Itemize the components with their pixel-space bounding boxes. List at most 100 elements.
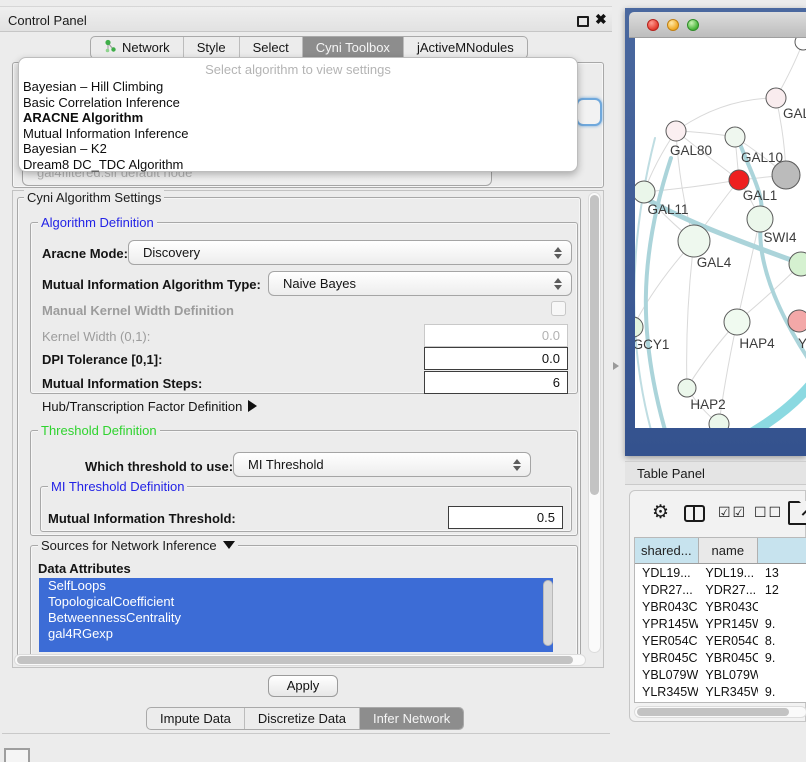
table-cell: 9.	[758, 701, 806, 702]
tab-infer-network[interactable]: Infer Network	[360, 708, 463, 729]
cyni-mode-tab-bar: Impute Data Discretize Data Infer Network	[146, 707, 464, 730]
table-cell: YBR045C	[635, 650, 698, 667]
manual-kernel-checkbox[interactable]	[551, 301, 566, 316]
tab-style[interactable]: Style	[184, 37, 240, 58]
network-edge[interactable]	[676, 98, 776, 131]
data-attributes-list[interactable]: SelfLoopsTopologicalCoefficientBetweenne…	[39, 578, 553, 652]
network-node[interactable]	[709, 414, 729, 428]
table-cell: 9.	[758, 684, 806, 701]
mi-type-label: Mutual Information Algorithm Type:	[42, 277, 261, 292]
table-row[interactable]: YBL079WYBL079W	[635, 667, 806, 684]
network-edge[interactable]	[687, 241, 694, 388]
network-node[interactable]	[789, 252, 806, 276]
column-header-shared[interactable]: shared...	[635, 538, 699, 563]
minimize-traffic-light[interactable]	[667, 19, 679, 31]
table-row[interactable]: YBR045CYBR045C9.	[635, 650, 806, 667]
network-node-gcy1[interactable]	[635, 317, 643, 337]
algorithm-combo-focus-fragment[interactable]	[576, 98, 602, 126]
gear-icon[interactable]: ⚙	[652, 502, 669, 524]
column-header-name[interactable]: name	[699, 538, 759, 563]
network-node-gal[interactable]	[766, 88, 786, 108]
table-cell	[758, 599, 806, 616]
docked-panel-icon[interactable]	[4, 748, 30, 762]
aracne-mode-combo[interactable]: Discovery	[128, 240, 572, 265]
attributes-scrollbar[interactable]	[543, 580, 553, 646]
mi-type-combo[interactable]: Naive Bayes	[268, 271, 572, 296]
kernel-width-field[interactable]: 0.0	[424, 324, 568, 347]
algorithm-option[interactable]: Bayesian – Hill Climbing	[23, 79, 573, 95]
table-horizontal-scrollbar[interactable]	[634, 706, 806, 718]
float-panel-icon[interactable]	[577, 16, 589, 27]
which-threshold-combo[interactable]: MI Threshold	[233, 452, 531, 477]
algorithm-option[interactable]: Basic Correlation Inference	[23, 95, 573, 111]
network-graph[interactable]: GALGAL80GAL10GAL1GAL11SWI4GAL4GCY1HAP4YH…	[635, 38, 806, 428]
settings-horizontal-scrollbar[interactable]	[14, 654, 586, 666]
network-edge[interactable]	[737, 219, 760, 322]
new-table-icon[interactable]	[788, 501, 806, 525]
table-cell: YPR145W	[635, 616, 698, 633]
network-node-swi4[interactable]	[747, 206, 773, 232]
attribute-list-item[interactable]: gal4RGexp	[39, 626, 553, 642]
table-row[interactable]: YIL052CYIL052C9.	[635, 701, 806, 702]
tab-impute-data[interactable]: Impute Data	[147, 708, 245, 729]
network-canvas[interactable]: GALGAL80GAL10GAL1GAL11SWI4GAL4GCY1HAP4YH…	[635, 38, 806, 428]
tab-select[interactable]: Select	[240, 37, 303, 58]
node-label: HAP4	[739, 336, 775, 351]
algorithm-option[interactable]: Bayesian – K2	[23, 141, 573, 157]
table-row[interactable]: YPR145WYPR145W9.	[635, 616, 806, 633]
close-icon[interactable]: ✖	[595, 11, 607, 28]
tab-jactivemnodules[interactable]: jActiveMNodules	[404, 37, 527, 58]
network-edge[interactable]	[753, 382, 806, 428]
splitpane-arrow-icon[interactable]	[613, 362, 619, 370]
network-node-gal4[interactable]	[678, 225, 710, 257]
table-row[interactable]: YLR345WYLR345W9.	[635, 684, 806, 701]
apply-button[interactable]: Apply	[268, 675, 338, 697]
algorithm-option[interactable]: Mutual Information Inference	[23, 126, 573, 142]
mi-steps-field[interactable]: 6	[424, 371, 568, 394]
tab-network[interactable]: Network	[91, 37, 184, 58]
table-row[interactable]: YBR043CYBR043C	[635, 599, 806, 616]
attribute-list-item[interactable]: SelfLoops	[39, 578, 553, 594]
network-node-gal80[interactable]	[666, 121, 686, 141]
sources-group-title[interactable]: Sources for Network Inference	[38, 538, 238, 553]
algorithm-option[interactable]: Dream8 DC_TDC Algorithm	[23, 157, 573, 173]
network-node-gal10[interactable]	[725, 127, 745, 147]
table-cell: YDL19...	[698, 565, 757, 582]
column-header[interactable]	[758, 538, 806, 563]
algorithm-option[interactable]: ARACNE Algorithm	[23, 110, 573, 126]
attribute-list-item[interactable]: BetweennessCentrality	[39, 610, 553, 626]
network-node-hap2[interactable]	[678, 379, 696, 397]
deselect-all-checks-icon[interactable]: ☐☐	[754, 504, 783, 521]
close-traffic-light[interactable]	[647, 19, 659, 31]
hub-definition-toggle[interactable]: Hub/Transcription Factor Definition	[42, 399, 257, 414]
network-window-titlebar	[629, 12, 806, 38]
mi-threshold-field[interactable]: 0.5	[448, 506, 563, 529]
network-node-y[interactable]	[788, 310, 806, 332]
network-node-hap4[interactable]	[724, 309, 750, 335]
dpi-tolerance-field[interactable]: 0.0	[424, 347, 568, 370]
network-edge[interactable]	[644, 180, 739, 192]
tab-cyni-toolbox[interactable]: Cyni Toolbox	[303, 37, 404, 58]
table-row[interactable]: YDL19...YDL19...13	[635, 565, 806, 582]
network-node-gal1[interactable]	[729, 170, 749, 190]
settings-vertical-scrollbar[interactable]	[588, 192, 601, 653]
attribute-list-item[interactable]: TopologicalCoefficient	[39, 594, 553, 610]
column-browser-icon[interactable]	[684, 505, 705, 522]
zoom-traffic-light[interactable]	[687, 19, 699, 31]
network-node-gal11[interactable]	[635, 181, 655, 203]
table-rows: YDL19...YDL19...13YDR27...YDR27...12YBR0…	[635, 565, 806, 702]
kernel-width-label: Kernel Width (0,1):	[42, 329, 150, 344]
tab-discretize-data[interactable]: Discretize Data	[245, 708, 360, 729]
network-node[interactable]	[795, 38, 806, 50]
table-row[interactable]: YER054CYER054C8.	[635, 633, 806, 650]
table-row[interactable]: YDR27...YDR27...12	[635, 582, 806, 599]
table-cell	[758, 667, 806, 684]
table-panel-title: Table Panel	[637, 466, 705, 481]
algorithm-definition-title: Algorithm Definition	[38, 215, 157, 230]
algorithm-dropdown-placeholder: Select algorithm to view settings	[19, 62, 577, 77]
network-node[interactable]	[772, 161, 800, 189]
algorithm-dropdown-popup: Select algorithm to view settings Bayesi…	[18, 57, 578, 172]
select-all-checks-icon[interactable]: ☑☑	[718, 504, 747, 521]
table-cell: YDR27...	[698, 582, 757, 599]
tab-label: Discretize Data	[258, 711, 346, 726]
